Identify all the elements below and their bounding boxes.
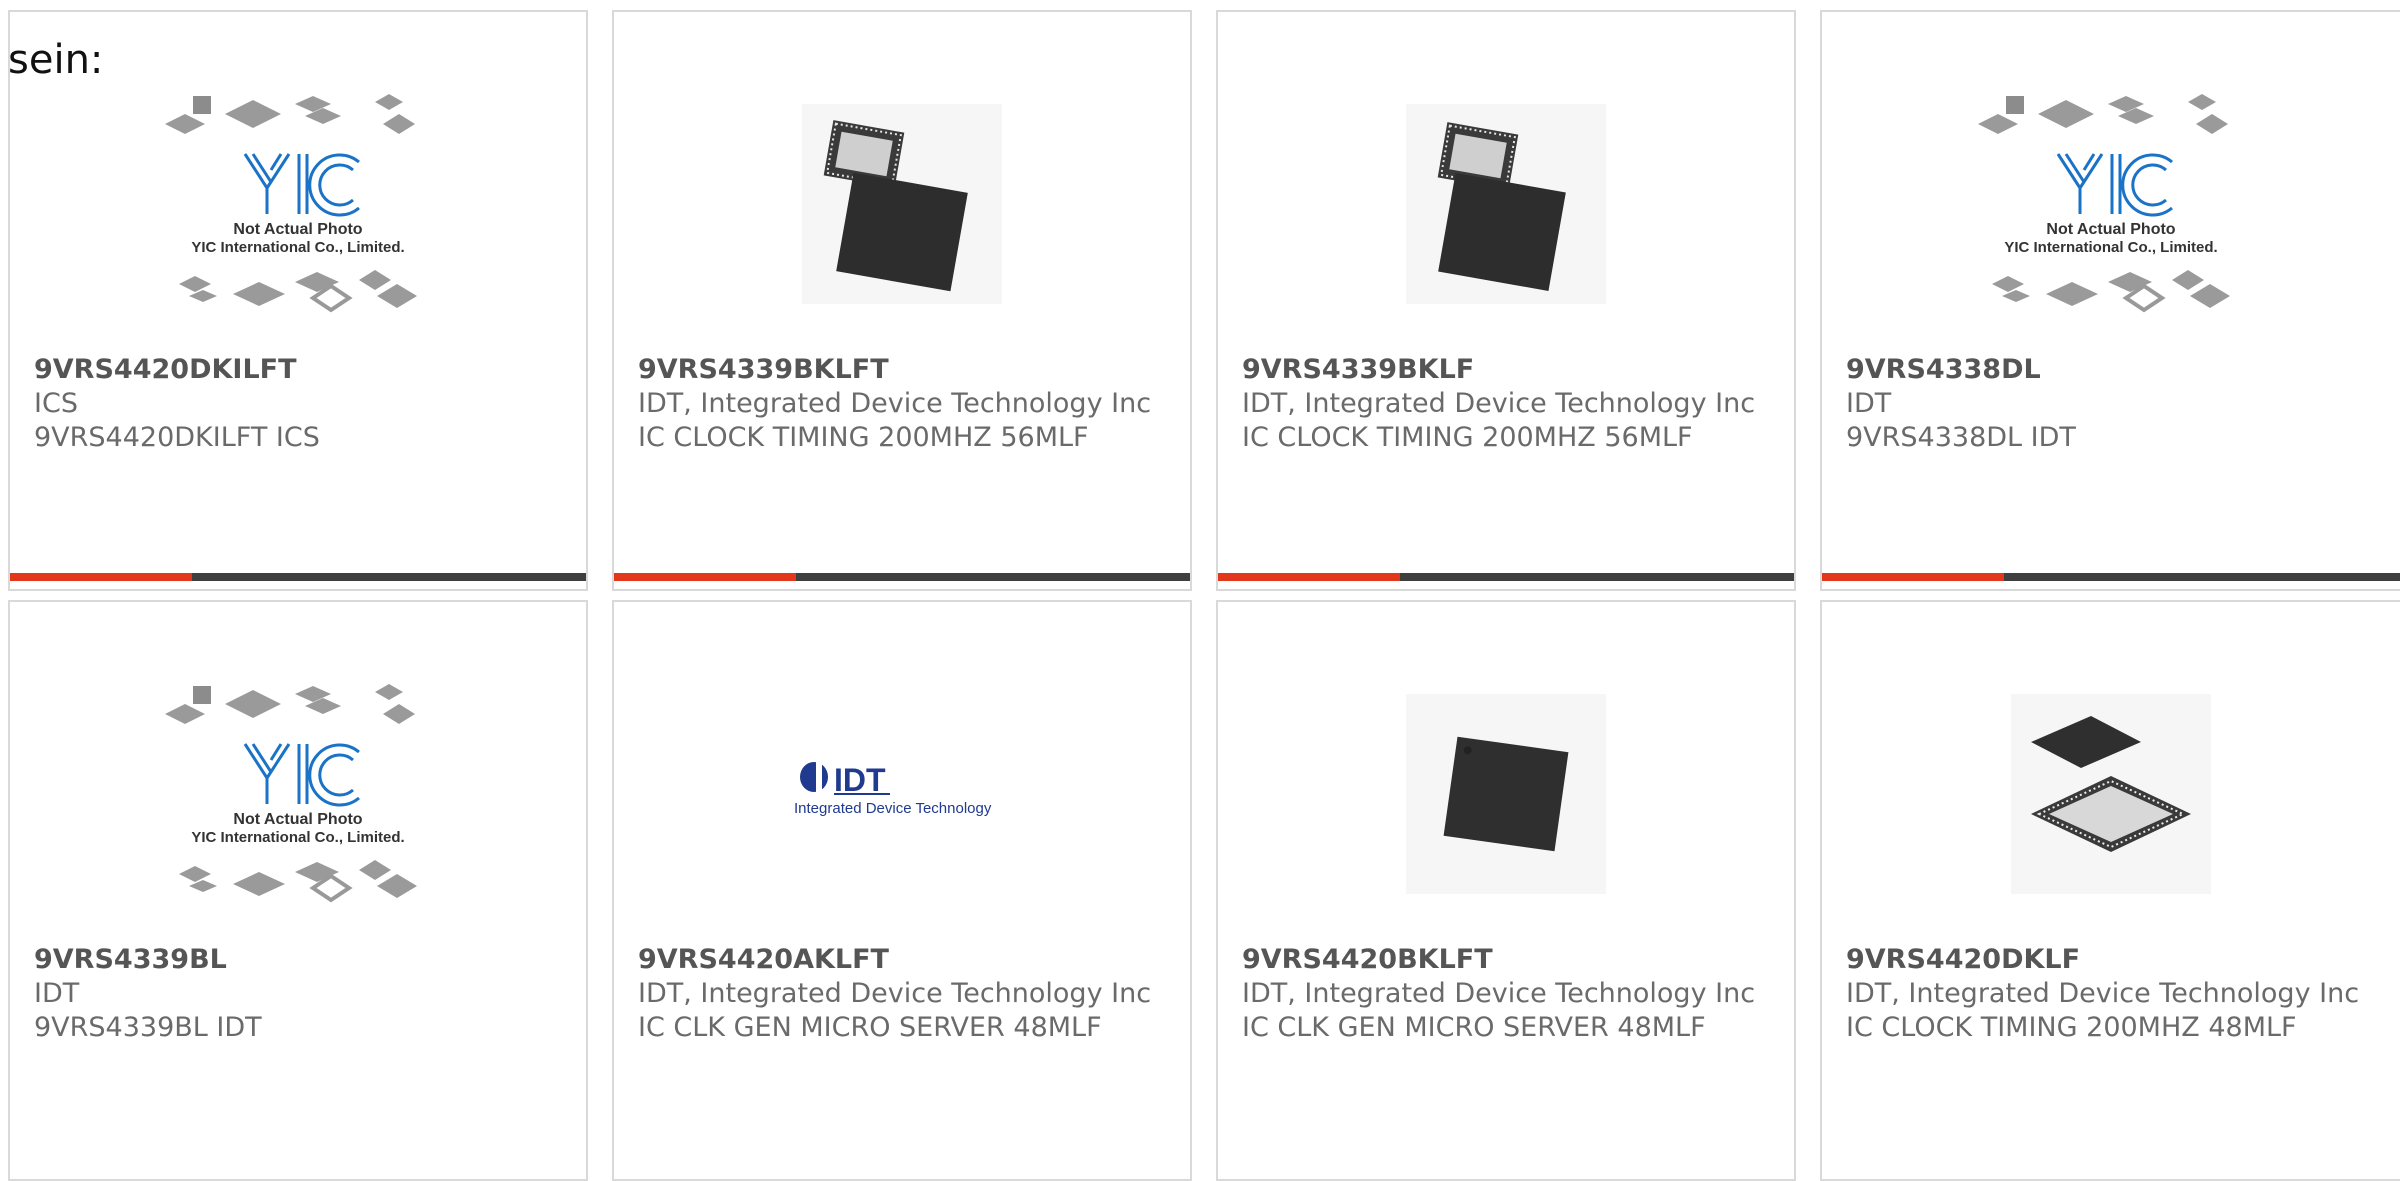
card-footer-accent — [1218, 573, 1400, 581]
manufacturer-name: ICS — [34, 388, 78, 419]
qfn-chip-single-icon — [1218, 664, 1794, 924]
svg-text:YIC International Co., Limited: YIC International Co., Limited. — [2004, 239, 2217, 256]
card-footer-accent — [10, 573, 192, 581]
manufacturer-name: IDT, Integrated Device Technology Inc — [638, 978, 1152, 1009]
part-number-link[interactable]: 9VRS4420DKILFT — [34, 353, 566, 387]
product-card[interactable]: 9VRS4420BKLFT IDT, Integrated Device Tec… — [1216, 600, 1796, 1181]
svg-text:Not Actual Photo: Not Actual Photo — [233, 811, 362, 828]
product-card[interactable]: 9VRS4339BKLFT IDT, Integrated Device Tec… — [612, 10, 1192, 591]
part-description: 9VRS4420DKILFT ICS — [34, 422, 320, 453]
yic-placeholder-icon: Not Actual Photo YIC International Co., … — [1822, 74, 2400, 334]
qfn-chip-pair-icon — [614, 74, 1190, 334]
part-description: IC CLOCK TIMING 200MHZ 56MLF — [1242, 422, 1693, 453]
part-number-link[interactable]: 9VRS4339BKLF — [1242, 353, 1774, 387]
card-footer-bar — [614, 573, 1190, 581]
svg-text:YIC International Co., Limited: YIC International Co., Limited. — [191, 829, 404, 846]
product-card[interactable]: 9VRS4339BKLF IDT, Integrated Device Tech… — [1216, 10, 1796, 591]
svg-text:YIC International Co., Limited: YIC International Co., Limited. — [191, 239, 404, 256]
product-card[interactable]: 9VRS4420DKLF IDT, Integrated Device Tech… — [1820, 600, 2400, 1181]
section-heading: sein: — [8, 37, 104, 83]
product-card[interactable]: IDT Integrated Device Technology 9VRS442… — [612, 600, 1192, 1181]
part-description: IC CLK GEN MICRO SERVER 48MLF — [638, 1012, 1102, 1043]
part-number-link[interactable]: 9VRS4339BKLFT — [638, 353, 1170, 387]
svg-text:Not Actual Photo: Not Actual Photo — [2046, 221, 2175, 238]
manufacturer-name: IDT, Integrated Device Technology Inc — [1242, 978, 1756, 1009]
manufacturer-name: IDT, Integrated Device Technology Inc — [1242, 388, 1756, 419]
yic-placeholder-icon: Not Actual Photo YIC International Co., … — [10, 74, 586, 334]
part-number-link[interactable]: 9VRS4420BKLFT — [1242, 943, 1774, 977]
part-number-link[interactable]: 9VRS4339BL — [34, 943, 566, 977]
part-description: IC CLK GEN MICRO SERVER 48MLF — [1242, 1012, 1706, 1043]
part-description: 9VRS4338DL IDT — [1846, 422, 2076, 453]
manufacturer-name: IDT — [34, 978, 80, 1009]
card-footer-bar — [1218, 573, 1794, 581]
svg-text:IDT: IDT — [834, 762, 886, 798]
part-number-link[interactable]: 9VRS4420AKLFT — [638, 943, 1170, 977]
part-description: 9VRS4339BL IDT — [34, 1012, 262, 1043]
manufacturer-name: IDT — [1846, 388, 1892, 419]
manufacturer-name: IDT, Integrated Device Technology Inc — [1846, 978, 2360, 1009]
card-footer-accent — [1822, 573, 2004, 581]
part-description: IC CLOCK TIMING 200MHZ 48MLF — [1846, 1012, 2297, 1043]
part-description: IC CLOCK TIMING 200MHZ 56MLF — [638, 422, 1089, 453]
card-footer-bar — [10, 573, 586, 581]
svg-text:Integrated Device Technology: Integrated Device Technology — [794, 800, 992, 817]
product-card[interactable]: Not Actual Photo YIC International Co., … — [1820, 10, 2400, 591]
card-footer-bar — [1822, 573, 2400, 581]
manufacturer-name: IDT, Integrated Device Technology Inc — [638, 388, 1152, 419]
svg-text:Not Actual Photo: Not Actual Photo — [233, 221, 362, 238]
qfn-chip-pair-icon — [1218, 74, 1794, 334]
idt-logo-icon: IDT Integrated Device Technology — [614, 664, 1190, 924]
part-number-link[interactable]: 9VRS4338DL — [1846, 353, 2380, 387]
yic-placeholder-icon: Not Actual Photo YIC International Co., … — [10, 664, 586, 924]
product-card[interactable]: Not Actual Photo YIC International Co., … — [8, 10, 588, 591]
part-number-link[interactable]: 9VRS4420DKLF — [1846, 943, 2380, 977]
qfn-chip-pair-flat-icon — [1822, 664, 2400, 924]
product-card[interactable]: Not Actual Photo YIC International Co., … — [8, 600, 588, 1181]
card-footer-accent — [614, 573, 796, 581]
